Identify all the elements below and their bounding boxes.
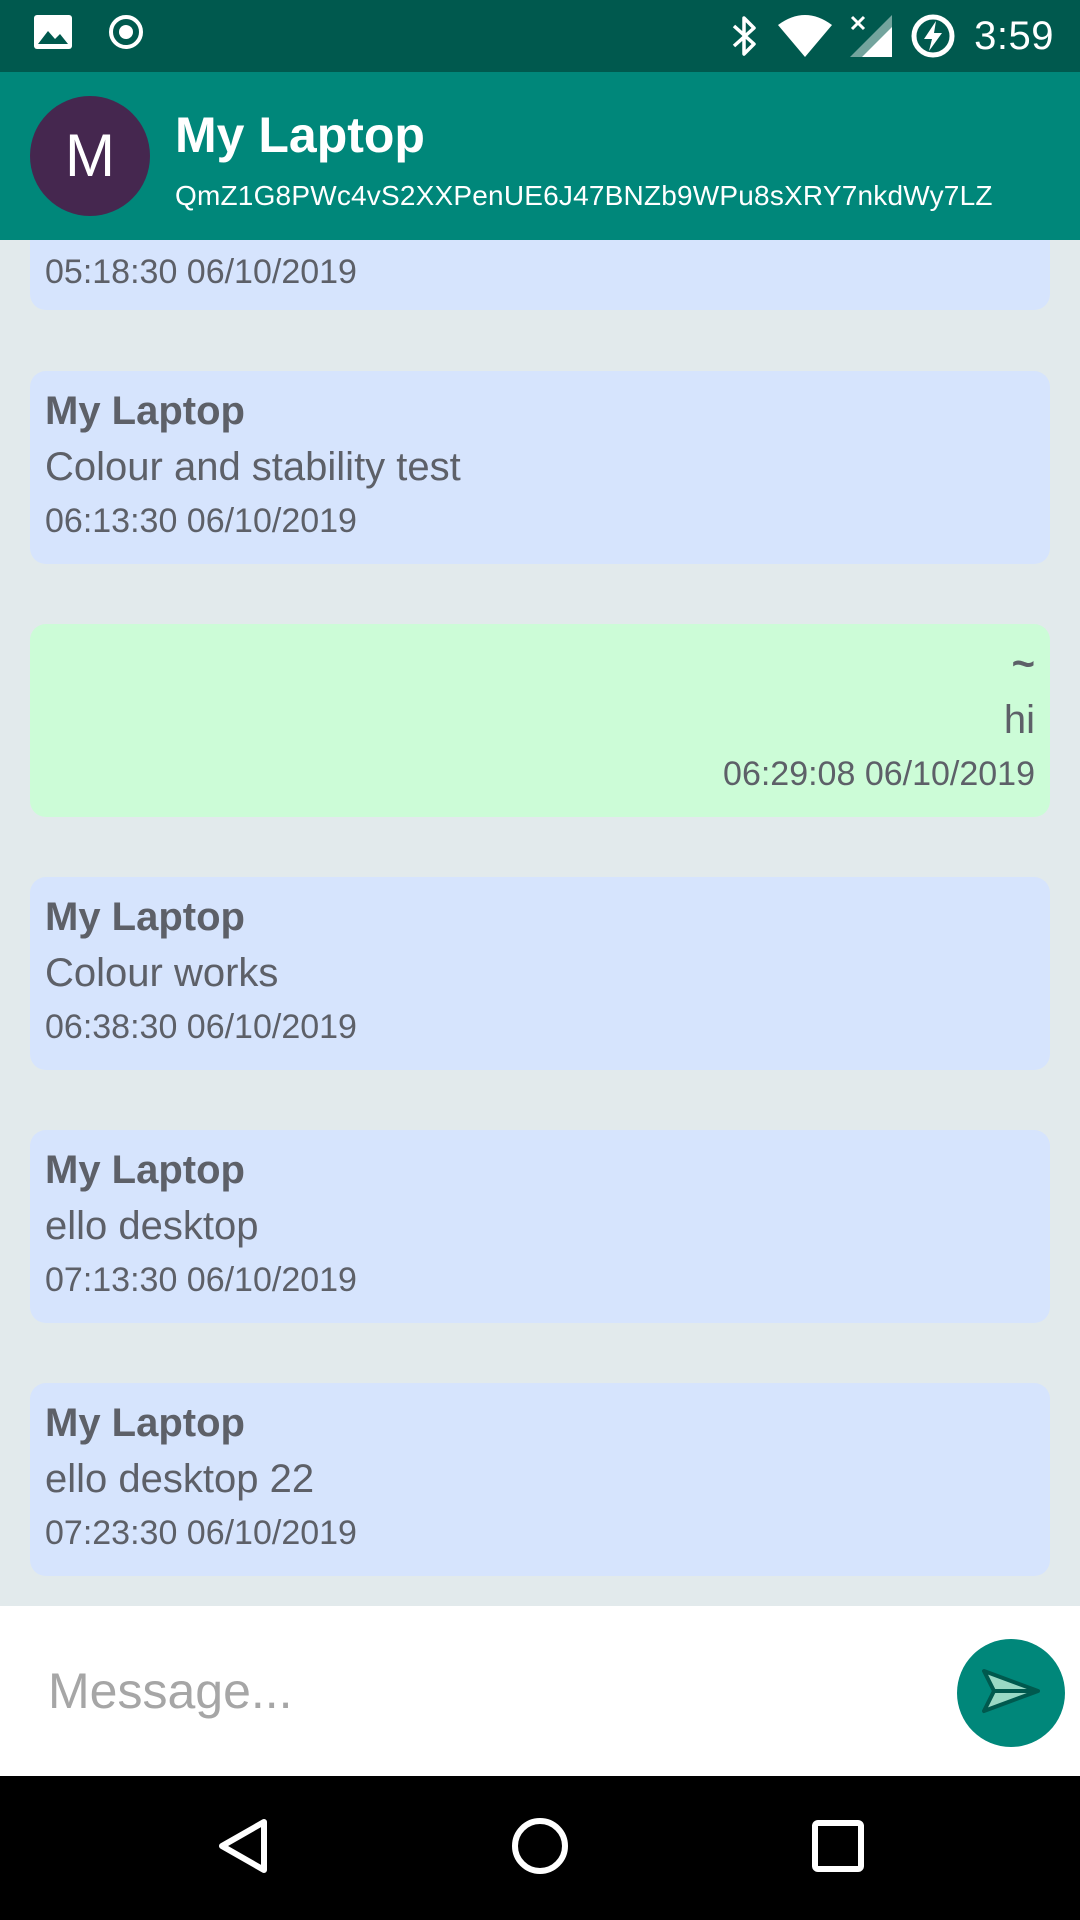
message-bubble[interactable]: My Laptop ello desktop 22 07:23:30 06/10… [30,1383,1050,1576]
navigation-bar [0,1776,1080,1920]
peer-id: QmZ1G8PWc4vS2XXPenUE6J47BNZb9WPu8sXRY7nk… [175,180,993,211]
message-sender: My Laptop [45,1401,245,1445]
message-time: 06:38:30 06/10/2019 [45,1008,357,1046]
composer-bar [0,1606,1080,1776]
home-button[interactable] [510,1816,570,1881]
chat-title: My Laptop [175,107,425,163]
back-button[interactable] [212,1818,272,1878]
message-bubble[interactable]: My Laptop Colour and stability test 06:1… [30,371,1050,564]
status-bar: 3:59 [0,0,1080,72]
message-bubble-own[interactable]: ~ hi 06:29:08 06/10/2019 [30,624,1050,817]
message-time: 07:23:30 06/10/2019 [45,1514,357,1552]
status-time: 3:59 [974,14,1054,58]
message-time: 06:13:30 06/10/2019 [45,502,357,540]
recents-button[interactable] [808,1818,868,1878]
message-list[interactable]: 05:18:30 06/10/2019 My Laptop Colour and… [0,240,1080,1606]
message-time: 05:18:30 06/10/2019 [45,253,357,291]
message-text: hi [1003,698,1035,742]
wifi-icon [778,15,833,57]
image-icon [34,15,72,49]
message-text: ello desktop [45,1204,259,1248]
home-icon [510,1816,570,1881]
message-text: ello desktop 22 [45,1457,315,1501]
back-icon [214,1816,270,1881]
recents-icon [810,1818,866,1879]
send-icon [980,1667,1042,1720]
message-sender: My Laptop [45,895,245,939]
send-button[interactable] [957,1639,1065,1747]
battery-charging-icon [910,13,956,59]
avatar[interactable]: M [30,96,150,216]
app-bar: M My Laptop QmZ1G8PWc4vS2XXPenUE6J47BNZb… [0,72,1080,240]
message-time: 06:29:08 06/10/2019 [723,755,1035,793]
message-text: Colour and stability test [45,445,461,489]
message-sender: ~ [1011,642,1035,686]
cell-signal-icon [850,15,893,57]
message-input[interactable] [30,1636,930,1746]
message-text: Colour works [45,951,279,995]
message-bubble[interactable]: My Laptop Colour works 06:38:30 06/10/20… [30,877,1050,1070]
message-sender: My Laptop [45,1148,245,1192]
message-sender: My Laptop [45,389,245,433]
message-bubble[interactable]: 05:18:30 06/10/2019 [30,240,1050,310]
message-time: 07:13:30 06/10/2019 [45,1261,357,1299]
message-bubble[interactable]: My Laptop ello desktop 07:13:30 06/10/20… [30,1130,1050,1323]
bluetooth-icon [730,14,760,58]
record-icon [108,14,144,50]
